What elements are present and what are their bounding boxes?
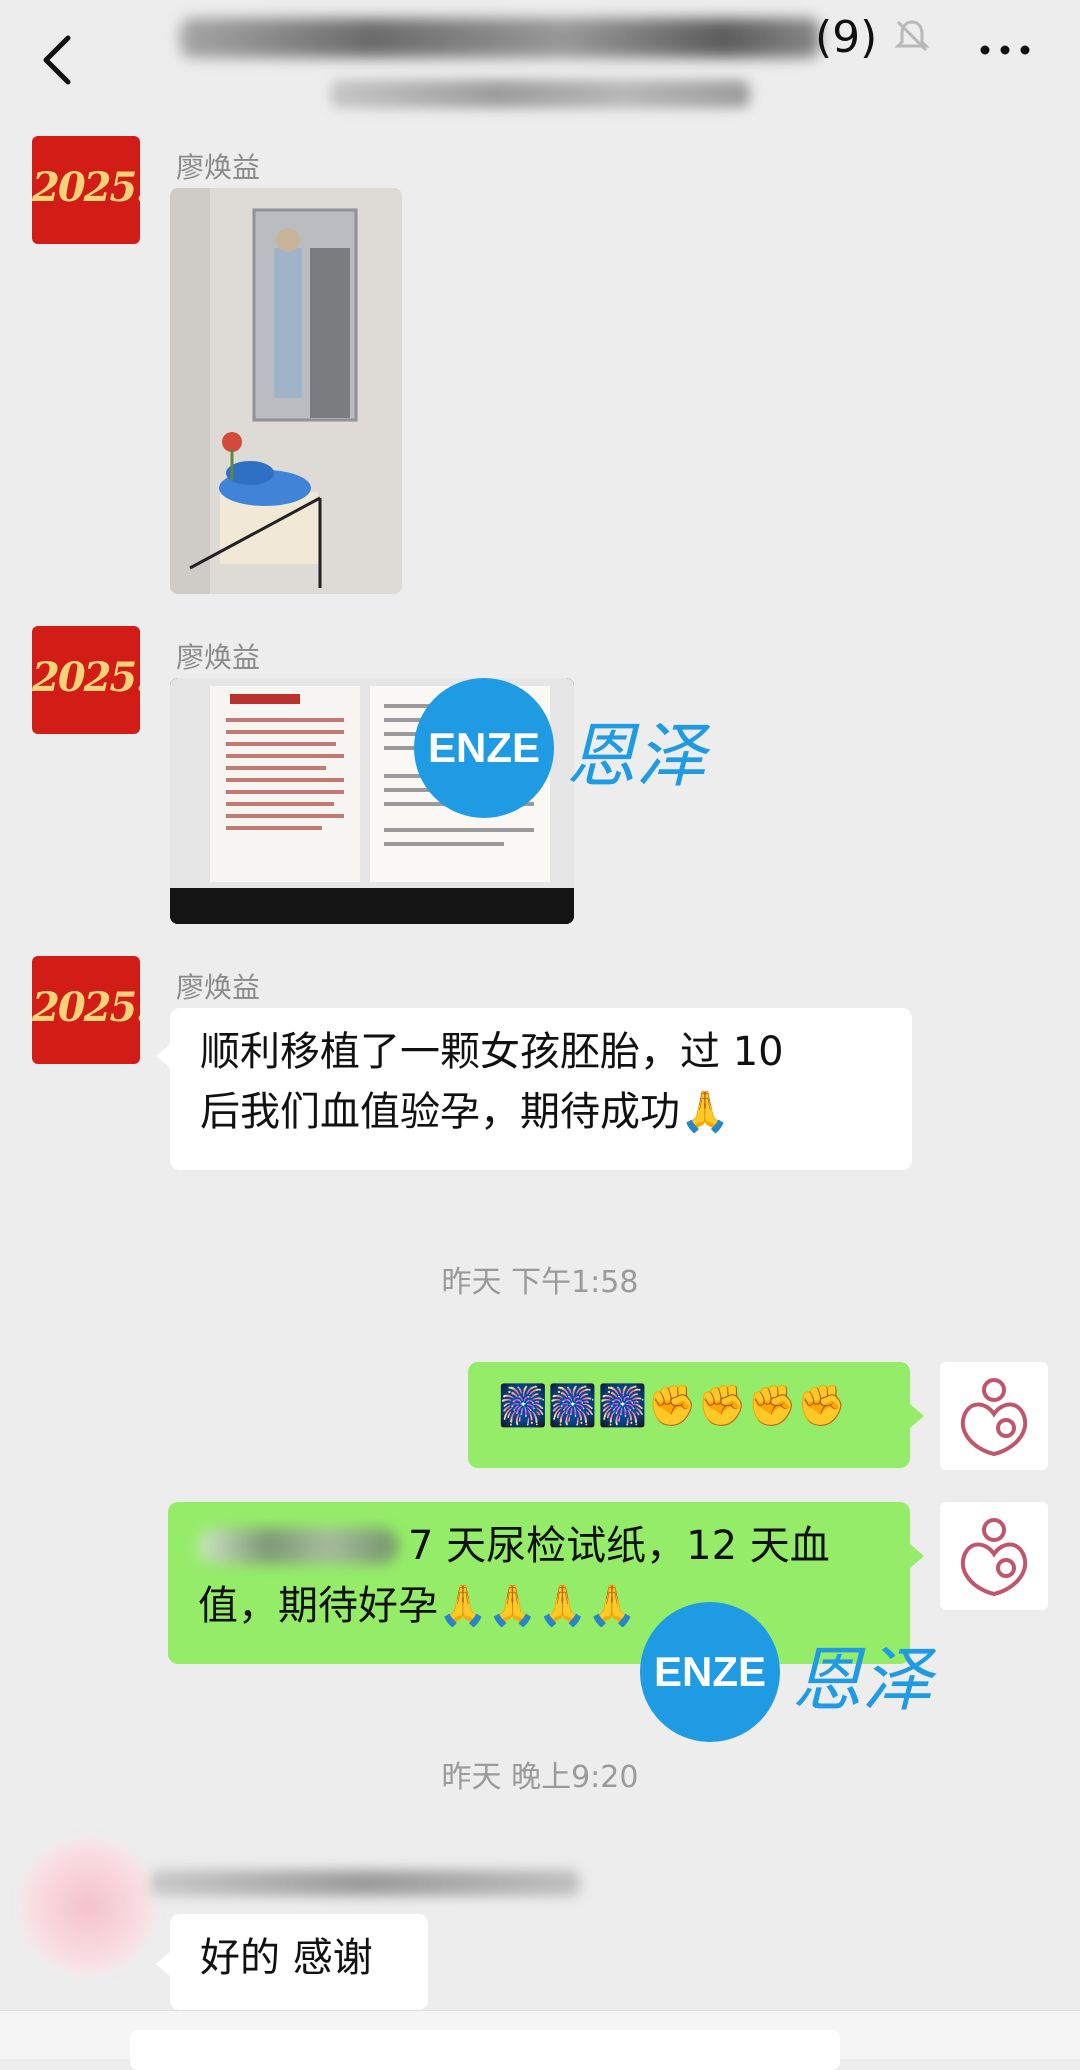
message-text: 🎆🎆🎆✊✊✊✊ [498, 1383, 847, 1429]
bubble-tail [156, 1952, 170, 1976]
sender-name: 廖焕益 [176, 151, 261, 184]
member-count: (9) [815, 12, 878, 63]
bubble-tail [156, 1044, 170, 1068]
chat-subtitle-redacted [330, 80, 750, 108]
message-text: 好的 感谢 [200, 1935, 373, 1981]
watermark-text: 恩泽 [792, 1639, 932, 1721]
avatar[interactable]: 2025. [32, 136, 140, 244]
avatar[interactable]: 2025. [32, 956, 140, 1064]
more-icon[interactable] [975, 35, 1035, 65]
watermark-logo: ENZE [414, 678, 554, 818]
redacted-text [198, 1528, 398, 1564]
avatar[interactable]: 2025. [32, 626, 140, 734]
message-bubble[interactable]: 顺利移植了一颗女孩胚胎，过 10 后我们血值验孕，期待成功🙏 [170, 1008, 912, 1170]
message-line: 7 天尿检试纸，12 天血 [198, 1516, 880, 1576]
watermark-text: 恩泽 [566, 715, 706, 797]
message-bubble[interactable]: 好的 感谢 [170, 1914, 428, 2010]
sender-name: 廖焕益 [176, 641, 261, 674]
message-line: 顺利移植了一颗女孩胚胎，过 10 [200, 1029, 784, 1075]
message-line: 后我们血值验孕，期待成功🙏 [200, 1089, 730, 1135]
message-input[interactable] [130, 2030, 840, 2070]
chat-title-redacted [180, 18, 820, 58]
avatar[interactable] [18, 1836, 158, 1976]
message-bubble-self[interactable]: 🎆🎆🎆✊✊✊✊ [468, 1362, 910, 1468]
bell-muted-icon [894, 20, 930, 52]
avatar-self[interactable] [940, 1362, 1048, 1470]
mother-baby-logo-icon [960, 1378, 1028, 1457]
bubble-tail [910, 1544, 924, 1568]
timestamp: 昨天 晚上9:20 [441, 1760, 639, 1795]
bubble-tail [910, 1404, 924, 1428]
image-message-mirror-photo[interactable] [170, 188, 402, 594]
sender-name: 廖焕益 [176, 971, 261, 1004]
avatar-self[interactable] [940, 1502, 1048, 1610]
message-line: 值，期待好孕🙏🙏🙏🙏 [198, 1583, 638, 1629]
mother-baby-logo-icon [960, 1518, 1028, 1597]
back-arrow-icon[interactable] [30, 30, 90, 90]
watermark-logo: ENZE [640, 1602, 780, 1742]
sender-name-redacted [150, 1870, 580, 1896]
chat-header: (9) [0, 0, 1080, 124]
mirror-photo-image [170, 188, 402, 594]
timestamp: 昨天 下午1:58 [441, 1265, 639, 1300]
